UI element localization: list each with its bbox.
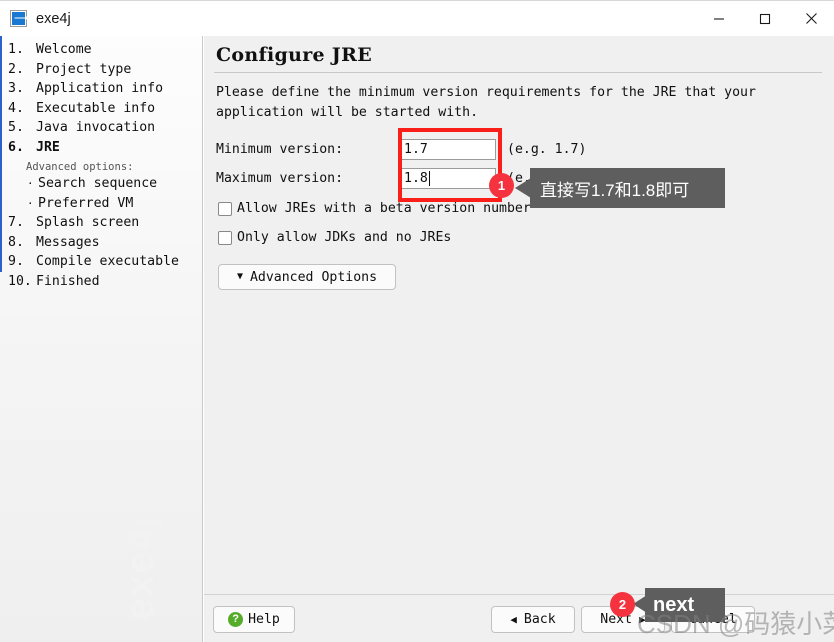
back-label: Back	[523, 612, 556, 627]
step-label: Finished	[36, 273, 100, 289]
annotation-tooltip-1-text: 直接写1.7和1.8即可	[540, 180, 690, 200]
minimum-version-label: Minimum version:	[216, 142, 344, 157]
sidebar-item-finished[interactable]: 10. Finished	[0, 273, 202, 294]
advanced-options-label: Advanced Options	[249, 269, 378, 285]
wizard-step-sidebar: 1. Welcome 2. Project type 3. Applicatio…	[0, 36, 203, 642]
minimize-icon	[714, 17, 724, 20]
bullet-icon: ·	[27, 196, 34, 210]
tooltip-1-arrow	[515, 178, 531, 198]
intro-description: Please define the minimum version requir…	[216, 85, 756, 120]
help-button[interactable]: ? Help	[213, 606, 295, 633]
wizard-content-inner: Configure JRE Please define the minimum …	[204, 36, 834, 594]
step-number: 3.	[8, 81, 24, 96]
minimum-version-hint: (e.g. 1.7)	[507, 142, 587, 157]
step-label: Executable info	[36, 100, 156, 116]
annotation-badge-1: 1	[489, 173, 514, 198]
only-jdk-checkbox-row[interactable]: Only allow JDKs and no JREs	[214, 224, 824, 251]
sidebar-watermark: exe4j	[118, 514, 162, 620]
sidebar-item-java-invocation[interactable]: 5. Java invocation	[0, 120, 202, 140]
step-number: 8.	[8, 234, 24, 250]
minimum-version-row: Minimum version: 1.7 (e.g. 1.7)	[216, 135, 824, 164]
title-bar: ⟶ exe4j	[0, 0, 834, 36]
app-icon: ⟶	[10, 10, 29, 27]
step-label: Java invocation	[36, 120, 156, 135]
sidebar-item-splash-screen[interactable]: 7. Splash screen	[0, 215, 202, 235]
step-label: Search sequence	[38, 176, 158, 191]
annotation-badge-2: 2	[610, 592, 635, 617]
annotation-tooltip-1: 直接写1.7和1.8即可	[530, 168, 725, 208]
step-number: 4.	[8, 100, 24, 116]
help-question-icon: ?	[228, 612, 244, 627]
chevron-down-icon: ▼	[236, 271, 243, 282]
sidebar-item-preferred-vm[interactable]: · Preferred VM	[0, 195, 202, 216]
sidebar-item-application-info[interactable]: 3. Application info	[0, 81, 202, 101]
close-button[interactable]	[788, 1, 834, 36]
step-label: Messages	[36, 234, 100, 250]
sidebar-item-executable-info[interactable]: 4. Executable info	[0, 100, 202, 121]
sidebar-item-jre[interactable]: 6. JRE	[0, 139, 202, 160]
sidebar-item-project-type[interactable]: 2. Project type	[0, 61, 202, 82]
sidebar-advanced-options-label: Advanced options:	[26, 161, 134, 173]
sidebar-item-search-sequence[interactable]: · Search sequence	[0, 176, 202, 196]
wizard-step-list: 1. Welcome 2. Project type 3. Applicatio…	[0, 42, 202, 294]
step-number: 5.	[8, 120, 24, 135]
title-bar-left: ⟶ exe4j	[0, 10, 696, 27]
exe4j-wizard-window: ⟶ exe4j 1. Welcome 2. Project type 3. Ap…	[0, 0, 834, 642]
step-label: Project type	[36, 61, 132, 77]
step-label: Welcome	[36, 42, 92, 57]
step-label: Preferred VM	[38, 195, 134, 211]
step-number: 2.	[8, 61, 24, 77]
advanced-options-button[interactable]: ▼ Advanced Options	[218, 264, 396, 290]
maximum-version-input[interactable]: 1.8	[400, 168, 496, 189]
wizard-content-panel: Configure JRE Please define the minimum …	[204, 36, 834, 642]
step-number: 1.	[8, 42, 24, 57]
window-title: exe4j	[36, 10, 71, 27]
step-number: 6.	[8, 139, 24, 155]
sidebar-item-messages[interactable]: 8. Messages	[0, 234, 202, 255]
maximum-version-value: 1.8	[404, 171, 428, 186]
step-number: 10.	[8, 273, 32, 289]
csdn-watermark: CSDN @码猿小菜鸡	[637, 609, 834, 639]
app-icon-arrow-glyph: ⟶	[14, 13, 29, 24]
minimum-version-value: 1.7	[404, 142, 428, 157]
step-label: JRE	[36, 139, 60, 155]
allow-beta-jre-checkbox-row[interactable]: Allow JREs with a beta version number	[214, 195, 824, 222]
text-cursor	[428, 171, 430, 186]
maximum-version-label: Maximum version:	[216, 171, 344, 186]
sidebar-item-welcome[interactable]: 1. Welcome	[0, 42, 202, 62]
allow-beta-jre-label: Allow JREs with a beta version number	[237, 201, 531, 216]
heading-divider	[214, 72, 822, 73]
arrow-left-icon: ◀	[510, 613, 517, 626]
maximize-button[interactable]	[742, 1, 788, 36]
bullet-icon: ·	[27, 177, 34, 190]
only-jdk-checkbox[interactable]	[218, 230, 232, 245]
step-label: Compile executable	[36, 254, 179, 269]
minimum-version-input[interactable]: 1.7	[400, 139, 496, 160]
only-jdk-label: Only allow JDKs and no JREs	[237, 230, 452, 245]
allow-beta-jre-checkbox[interactable]	[218, 201, 232, 216]
step-label: Splash screen	[36, 215, 140, 230]
sidebar-item-compile-executable[interactable]: 9. Compile executable	[0, 254, 202, 274]
step-number: 7.	[8, 215, 24, 230]
minimize-button[interactable]	[696, 1, 742, 36]
help-label: Help	[248, 612, 280, 627]
step-label: Application info	[36, 81, 164, 96]
step-number: 9.	[8, 254, 24, 269]
close-icon	[805, 13, 817, 24]
back-button[interactable]: ◀ Back	[491, 606, 575, 633]
page-title: Configure JRE	[216, 44, 372, 66]
maximize-icon	[759, 13, 771, 24]
